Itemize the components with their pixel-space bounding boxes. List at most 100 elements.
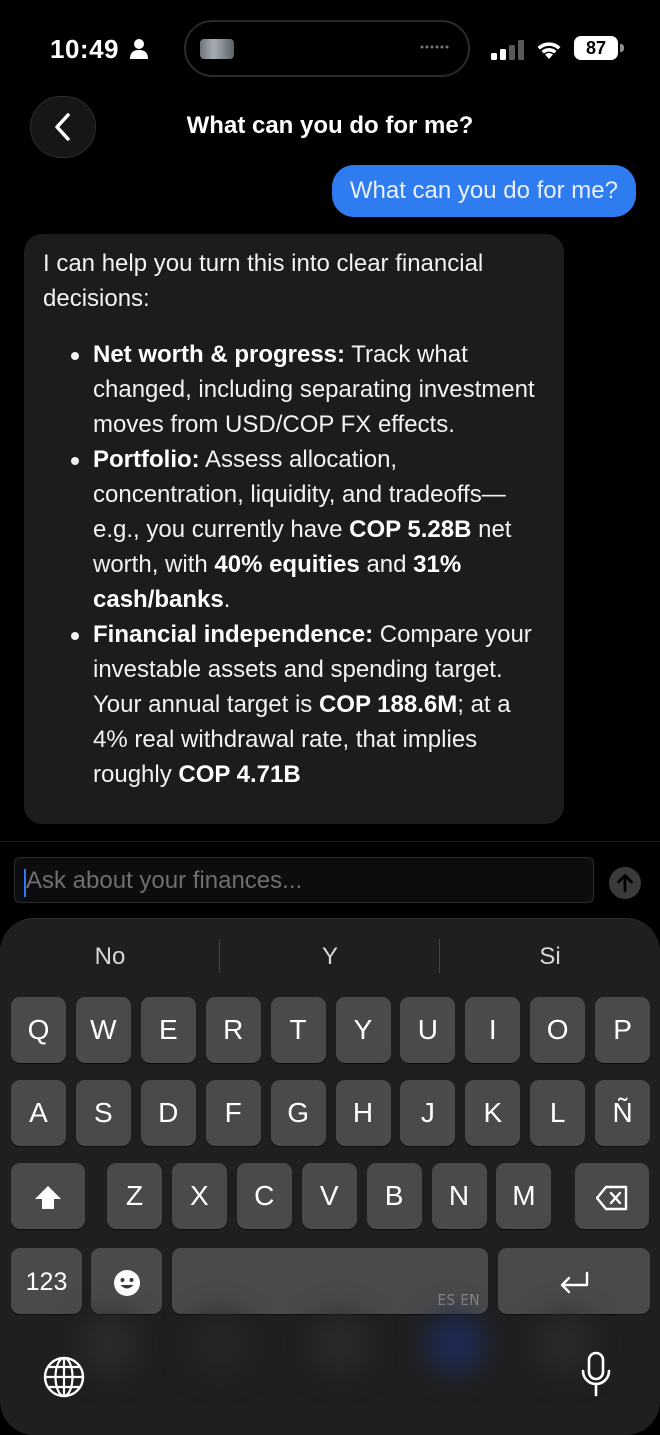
key-label: C: [254, 1180, 275, 1211]
key-label: I: [488, 1014, 497, 1045]
key-label: X: [190, 1180, 209, 1211]
space-bar-languages: ES EN: [437, 1291, 480, 1309]
key-l[interactable]: L: [530, 1080, 586, 1146]
key-label: L: [549, 1097, 566, 1128]
emoji-key[interactable]: [91, 1248, 162, 1314]
key-h[interactable]: H: [335, 1080, 391, 1146]
bullet-financial-independence: Financial independence: Compare your inv…: [43, 617, 544, 792]
key-v[interactable]: V: [301, 1163, 357, 1229]
key-t[interactable]: T: [270, 997, 326, 1063]
key-label: D: [158, 1097, 179, 1128]
status-bar: 10:49 87: [0, 0, 660, 96]
key-b[interactable]: B: [366, 1163, 422, 1229]
live-activity-thumbnail: [200, 39, 234, 59]
bold-text-segment: Net worth & progress:: [93, 341, 346, 368]
text-segment: and: [359, 551, 414, 578]
key-g[interactable]: G: [270, 1080, 326, 1146]
key-label: N: [448, 1180, 470, 1211]
key-m[interactable]: M: [496, 1163, 552, 1229]
bold-text-segment: Portfolio:: [93, 446, 200, 473]
key-label: E: [158, 1014, 178, 1045]
user-message-bubble: What can you do for me?: [331, 165, 636, 217]
key-x[interactable]: X: [171, 1163, 227, 1229]
key-d[interactable]: D: [140, 1080, 196, 1146]
bullet-portfolio: Portfolio: Assess allocation, concentrat…: [43, 442, 544, 617]
keyboard-backdrop-blur: [80, 1314, 140, 1374]
key-label: K: [483, 1097, 503, 1128]
key-f[interactable]: F: [205, 1080, 261, 1146]
key-n[interactable]: N: [431, 1163, 487, 1229]
key-label: M: [512, 1180, 536, 1211]
key-label: Ñ: [612, 1097, 633, 1128]
key-p[interactable]: P: [595, 997, 651, 1063]
key-label: W: [90, 1014, 117, 1045]
page-title: What can you do for me?: [186, 112, 474, 139]
return-key[interactable]: [498, 1248, 650, 1314]
keyboard-backdrop-blur: [310, 1314, 370, 1374]
suggestion-3[interactable]: Si: [440, 939, 660, 979]
shift-arrow-icon: [35, 1185, 61, 1209]
return-icon: [560, 1271, 589, 1293]
battery-indicator: 87: [574, 36, 624, 60]
audio-dots-icon: [420, 45, 449, 49]
text-segment: .: [223, 586, 231, 613]
key-z[interactable]: Z: [107, 1163, 162, 1229]
suggestion-1[interactable]: No: [0, 939, 220, 979]
input-placeholder: Ask about your finances...: [26, 867, 303, 894]
key-r[interactable]: R: [205, 997, 261, 1063]
key-label: Y: [353, 1014, 373, 1045]
key-label: H: [352, 1097, 374, 1128]
key-label: Q: [27, 1014, 50, 1045]
bold-text-segment: 40% equities: [214, 551, 360, 578]
suggestion-2[interactable]: Y: [220, 939, 440, 979]
key-e[interactable]: E: [140, 997, 196, 1063]
key-i[interactable]: I: [465, 997, 521, 1063]
shift-key[interactable]: [11, 1163, 85, 1229]
arrow-up-icon: [617, 874, 633, 893]
bold-text-segment: COP 188.6M: [318, 691, 458, 718]
dynamic-island[interactable]: [184, 20, 470, 77]
emoji-icon: [113, 1269, 140, 1296]
key-label: J: [420, 1097, 435, 1128]
key-s[interactable]: S: [75, 1080, 131, 1146]
bold-text-segment: COP 4.71B: [178, 761, 301, 788]
assistant-message-bubble: I can help you turn this into clear fina…: [24, 234, 564, 824]
keyboard-backdrop-blur: [425, 1314, 485, 1374]
bold-text-segment: COP 5.28B: [349, 516, 472, 543]
microphone-icon[interactable]: [580, 1351, 612, 1399]
key-a[interactable]: A: [11, 1080, 66, 1146]
space-bar[interactable]: ES EN: [172, 1248, 488, 1314]
key-y[interactable]: Y: [335, 997, 391, 1063]
keyboard-backdrop-blur: [190, 1314, 250, 1374]
key-u[interactable]: U: [400, 997, 456, 1063]
key-w[interactable]: W: [75, 997, 131, 1063]
status-time: 10:49: [50, 34, 119, 64]
key-label: G: [287, 1097, 309, 1128]
key-k[interactable]: K: [465, 1080, 521, 1146]
cellular-signal-icon: [491, 40, 524, 60]
assistant-intro: I can help you turn this into clear fina…: [43, 250, 484, 312]
key-c[interactable]: C: [236, 1163, 292, 1229]
key-j[interactable]: J: [400, 1080, 456, 1146]
key-label: B: [384, 1180, 404, 1211]
key-o[interactable]: O: [530, 997, 586, 1063]
numbers-key[interactable]: 123: [11, 1248, 82, 1314]
numbers-key-label: 123: [25, 1268, 68, 1296]
backspace-key[interactable]: [575, 1163, 649, 1229]
keyboard: No Y Si QWERTYUIOPASDFGHJKLÑZXCVBNM 123 …: [0, 918, 660, 1435]
key-ñ[interactable]: Ñ: [595, 1080, 651, 1146]
key-label: R: [223, 1014, 244, 1045]
key-q[interactable]: Q: [11, 997, 66, 1063]
key-label: U: [417, 1014, 438, 1045]
battery-level: 87: [574, 36, 618, 60]
key-label: A: [29, 1097, 48, 1128]
bullet-net-worth: Net worth & progress: Track what changed…: [43, 337, 544, 442]
send-button[interactable]: [609, 867, 641, 899]
key-label: V: [319, 1180, 339, 1211]
delete-backward-icon: [595, 1185, 628, 1210]
globe-icon[interactable]: [42, 1355, 86, 1399]
key-label: F: [224, 1097, 242, 1128]
key-label: T: [289, 1014, 307, 1045]
key-label: O: [546, 1014, 569, 1045]
key-label: Z: [125, 1180, 144, 1211]
